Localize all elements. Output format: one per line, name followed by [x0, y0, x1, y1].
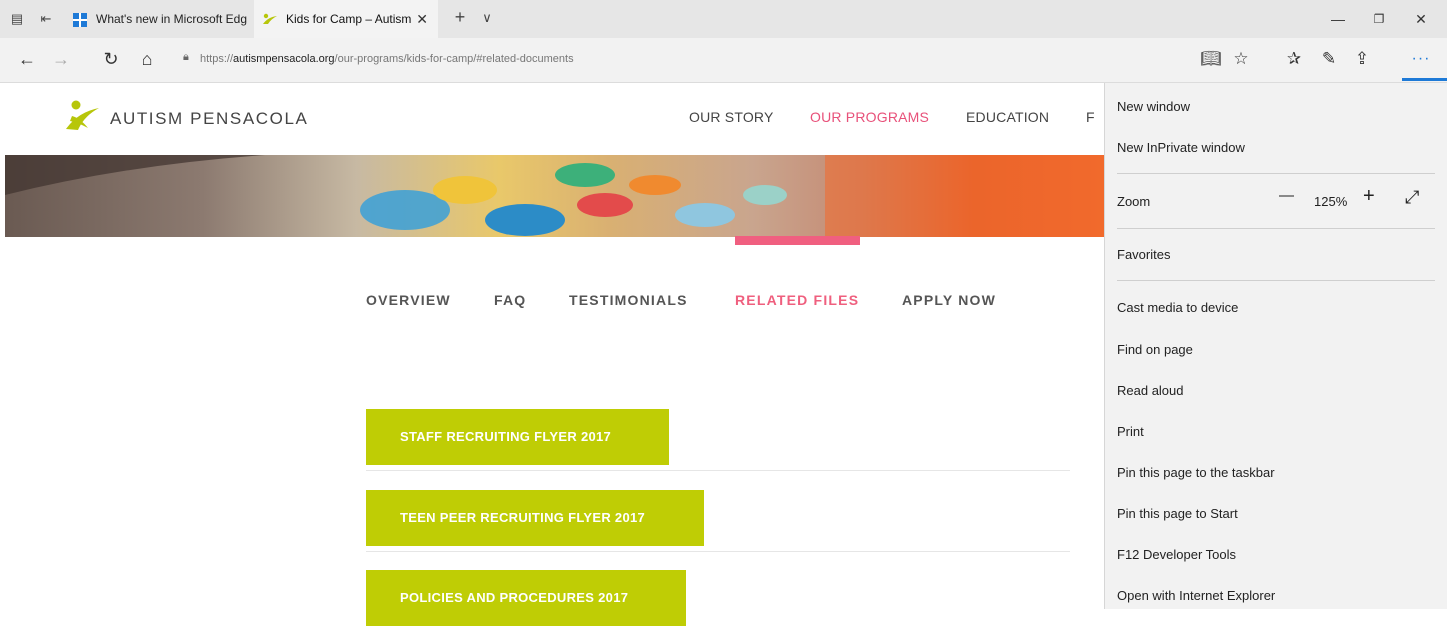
new-tab-button[interactable]: + [452, 8, 468, 26]
nav-our-programs[interactable]: OUR PROGRAMS [810, 109, 929, 125]
tab-kids-for-camp[interactable]: Kids for Camp – Autism ✕ [254, 0, 438, 38]
lock-icon: 🔒︎ [183, 51, 189, 63]
menu-favorites[interactable]: Favorites [1117, 247, 1170, 262]
more-button-indicator [1402, 78, 1447, 81]
staff-recruiting-flyer-button[interactable]: STAFF RECRUITING FLYER 2017 [366, 409, 669, 465]
file-divider [366, 551, 1070, 552]
menu-separator [1117, 228, 1435, 229]
favorites-hub-icon[interactable]: ✰ [1283, 48, 1305, 70]
web-note-pen-icon[interactable]: ✎ [1318, 48, 1340, 70]
menu-pin-to-start[interactable]: Pin this page to Start [1117, 506, 1238, 521]
tab-list-chevron-icon[interactable]: ∨ [479, 10, 495, 26]
menu-open-with-ie[interactable]: Open with Internet Explorer [1117, 588, 1275, 603]
menu-f12-developer-tools[interactable]: F12 Developer Tools [1117, 547, 1236, 562]
menu-new-inprivate-window[interactable]: New InPrivate window [1117, 140, 1245, 155]
menu-find-on-page[interactable]: Find on page [1117, 342, 1193, 357]
menu-new-window[interactable]: New window [1117, 99, 1190, 114]
close-window-icon[interactable]: ✕ [1398, 0, 1444, 38]
subnav-apply-now[interactable]: APPLY NOW [902, 292, 996, 308]
section-accent-bar [735, 236, 860, 245]
subnav-faq[interactable]: FAQ [494, 292, 526, 308]
menu-zoom-label: Zoom [1117, 194, 1151, 209]
zoom-level: 125% [1314, 194, 1348, 209]
autism-pensacola-logo-icon[interactable] [64, 99, 100, 133]
alphabet-puzzle-photo [5, 155, 1104, 237]
forward-arrow-icon[interactable]: → [50, 48, 72, 70]
refresh-icon[interactable]: ↻ [100, 48, 122, 70]
subnav-testimonials[interactable]: TESTIMONIALS [569, 292, 688, 308]
zoom-in-button[interactable]: + [1363, 185, 1375, 208]
tab-bar: ▤ ⇤ What's new in Microsoft Edg Kids for… [0, 0, 1447, 38]
file-divider [366, 470, 1070, 471]
address-toolbar: ← → ↻ ⌂ 🔒︎ https://autismpensacola.org/o… [0, 38, 1447, 83]
nav-next-item-partial[interactable]: F [1086, 109, 1095, 125]
tab-title: What's new in Microsoft Edg [96, 12, 248, 26]
menu-read-aloud[interactable]: Read aloud [1117, 383, 1184, 398]
back-arrow-icon[interactable]: ← [16, 48, 38, 70]
share-icon[interactable]: ⇪ [1351, 48, 1373, 70]
settings-more-icon[interactable]: ··· [1410, 48, 1432, 70]
nav-our-story[interactable]: OUR STORY [689, 109, 774, 125]
restore-icon[interactable]: ❐ [1356, 0, 1402, 38]
zoom-out-button[interactable]: — [1279, 187, 1294, 204]
favorite-star-icon[interactable]: ☆ [1230, 48, 1252, 70]
settings-menu: New window New InPrivate window Zoom — 1… [1104, 83, 1447, 609]
menu-cast-media[interactable]: Cast media to device [1117, 300, 1238, 315]
teen-peer-recruiting-flyer-button[interactable]: TEEN PEER RECRUITING FLYER 2017 [366, 490, 704, 546]
minimize-icon[interactable]: — [1315, 0, 1361, 38]
full-screen-icon[interactable]: ⤢ [1405, 187, 1419, 208]
menu-print[interactable]: Print [1117, 424, 1144, 439]
policies-and-procedures-button[interactable]: POLICIES AND PROCEDURES 2017 [366, 570, 686, 626]
tab-preview-icon[interactable]: ▤ [9, 11, 25, 27]
set-tabs-aside-icon[interactable]: ⇤ [38, 11, 54, 27]
menu-separator [1117, 173, 1435, 174]
close-tab-icon[interactable]: ✕ [416, 0, 428, 38]
nav-education[interactable]: EDUCATION [966, 109, 1049, 125]
reading-view-icon[interactable]: 📖︎ [1200, 48, 1222, 70]
subnav-overview[interactable]: OVERVIEW [366, 292, 451, 308]
menu-separator [1117, 280, 1435, 281]
home-icon[interactable]: ⌂ [136, 48, 158, 70]
site-logo-text[interactable]: AUTISM PENSACOLA [110, 109, 308, 129]
autism-pensacola-favicon-icon [263, 13, 277, 24]
hero-image [5, 155, 1104, 237]
windows-logo-icon [73, 13, 87, 27]
subnav-related-files[interactable]: RELATED FILES [735, 292, 859, 308]
tab-title: Kids for Camp – Autism [286, 12, 412, 26]
url-text[interactable]: https://autismpensacola.org/our-programs… [200, 46, 574, 72]
menu-pin-to-taskbar[interactable]: Pin this page to the taskbar [1117, 465, 1275, 480]
tab-whats-new[interactable]: What's new in Microsoft Edg [68, 0, 252, 38]
